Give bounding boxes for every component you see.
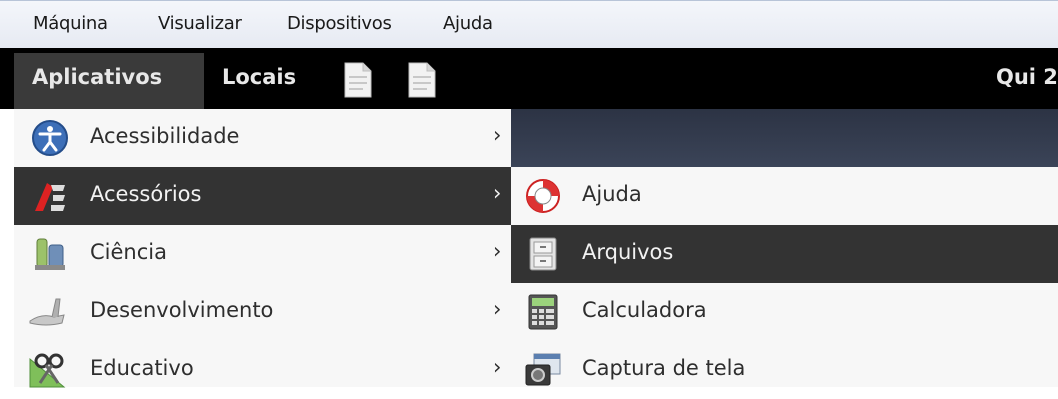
menu-item-label: Acessibilidade	[90, 124, 240, 148]
chevron-right-icon: ›	[493, 239, 502, 263]
menu-item-education[interactable]: Educativo ›	[14, 341, 511, 399]
document-launcher-icon[interactable]	[343, 62, 373, 98]
menu-item-label: Calculadora	[582, 298, 707, 322]
gnome-top-panel: Aplicativos Locais Qui 2	[0, 48, 1058, 109]
document-launcher-icon[interactable]	[407, 62, 437, 98]
vbox-menu-view[interactable]: Visualizar	[158, 13, 242, 34]
menu-item-label: Acessórios	[90, 182, 202, 206]
menu-item-files[interactable]: Arquivos	[511, 225, 1058, 283]
places-menu-button[interactable]: Locais	[222, 65, 296, 89]
clock[interactable]: Qui 2	[996, 65, 1058, 89]
education-icon	[29, 353, 66, 388]
menu-item-label: Desenvolvimento	[90, 298, 274, 322]
menu-item-label: Ciência	[90, 240, 167, 264]
applications-menu-button[interactable]: Aplicativos	[14, 53, 204, 109]
calculator-icon	[528, 294, 558, 330]
menu-item-calculator[interactable]: Calculadora	[511, 283, 1058, 341]
menu-item-accessibility[interactable]: Acessibilidade ›	[14, 109, 511, 167]
accessories-submenu: Ajuda Arquivos Calculadora Captura de te…	[511, 167, 1058, 387]
menu-item-label: Ajuda	[582, 182, 642, 206]
chevron-right-icon: ›	[493, 123, 502, 147]
vbox-menu-help[interactable]: Ajuda	[443, 13, 493, 34]
menu-item-help[interactable]: Ajuda	[511, 167, 1058, 225]
menu-item-label: Captura de tela	[582, 356, 746, 380]
chevron-right-icon: ›	[493, 355, 502, 379]
vbox-menu-machine[interactable]: Máquina	[33, 13, 108, 34]
menu-item-accessories[interactable]: Acessórios ›	[14, 167, 511, 225]
applications-label: Aplicativos	[32, 65, 163, 89]
menu-item-science[interactable]: Ciência ›	[14, 225, 511, 283]
accessibility-icon	[32, 120, 68, 156]
vbox-menu-bar: Máquina Visualizar Dispositivos Ajuda	[0, 0, 1058, 48]
vbox-menu-devices[interactable]: Dispositivos	[287, 13, 392, 34]
menu-item-screenshot[interactable]: Captura de tela	[511, 341, 1058, 399]
help-lifebuoy-icon	[526, 179, 560, 213]
applications-menu: Acessibilidade › Acessórios › Ciência › …	[14, 109, 511, 388]
menu-item-development[interactable]: Desenvolvimento ›	[14, 283, 511, 341]
chevron-right-icon: ›	[493, 181, 502, 205]
desktop-background	[511, 109, 1058, 167]
accessories-icon	[35, 183, 65, 211]
menu-item-label: Arquivos	[582, 240, 674, 264]
science-icon	[35, 238, 65, 270]
development-icon	[29, 298, 65, 326]
menu-item-label: Educativo	[90, 356, 194, 380]
chevron-right-icon: ›	[493, 297, 502, 321]
camera-icon	[525, 353, 561, 386]
file-cabinet-icon	[529, 237, 557, 271]
